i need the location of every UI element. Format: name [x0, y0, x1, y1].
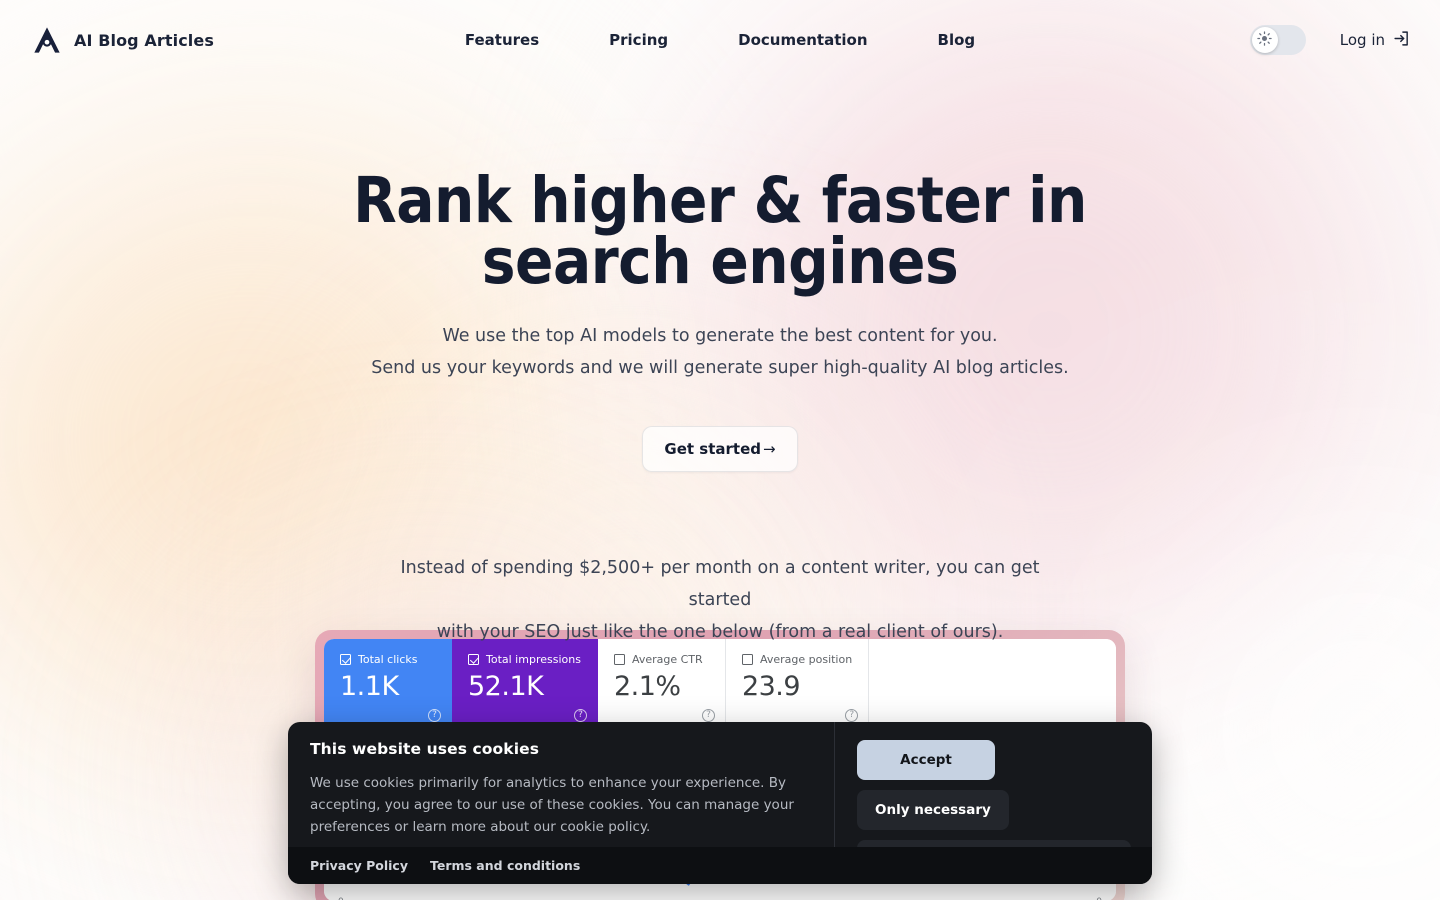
main-navigation: Features Pricing Documentation Blog: [0, 31, 1440, 49]
tent-droplet-logo-icon: [32, 25, 62, 55]
hero-subtitle: We use the top AI models to generate the…: [270, 320, 1170, 384]
metric-total-impressions-label: Total impressions: [486, 653, 581, 666]
nav-item-features[interactable]: Features: [465, 31, 539, 49]
get-started-label: Get started: [664, 440, 761, 458]
help-icon[interactable]: ?: [428, 709, 441, 722]
cookie-banner-actions: Accept Only necessary Customize settings: [835, 722, 1152, 880]
cookie-banner-text: This website uses cookies We use cookies…: [288, 722, 835, 847]
nav-item-documentation[interactable]: Documentation: [738, 31, 867, 49]
metric-average-ctr[interactable]: Average CTR 2.1% ?: [597, 639, 726, 730]
nav-item-pricing[interactable]: Pricing: [609, 31, 668, 49]
hero-subtitle-line-1: We use the top AI models to generate the…: [442, 326, 998, 346]
accept-cookies-button[interactable]: Accept: [857, 740, 995, 780]
metric-total-clicks[interactable]: Total clicks 1.1K ?: [324, 639, 452, 730]
metric-average-ctr-label: Average CTR: [631, 653, 703, 666]
hero-section: Rank higher & faster in search engines W…: [0, 0, 1440, 648]
cookie-consent-banner: This website uses cookies We use cookies…: [288, 722, 1152, 884]
help-icon[interactable]: ?: [701, 709, 715, 722]
theme-toggle[interactable]: [1249, 25, 1306, 55]
metric-total-impressions-value: 52.1K: [468, 671, 544, 702]
brand-logo[interactable]: AI Blog Articles: [32, 25, 214, 55]
hero-pitch: Instead of spending $2,500+ per month on…: [370, 552, 1070, 648]
cta-row: Get started →: [0, 426, 1440, 472]
cookie-banner-body: We use cookies primarily for analytics t…: [310, 775, 794, 835]
get-started-button[interactable]: Get started →: [642, 426, 798, 472]
only-necessary-cookies-button[interactable]: Only necessary: [857, 790, 1009, 830]
login-arrow-icon: [1393, 30, 1410, 51]
help-icon[interactable]: ?: [845, 709, 859, 722]
metric-total-clicks-header: Total clicks: [340, 653, 435, 666]
privacy-policy-link[interactable]: Privacy Policy: [310, 858, 408, 873]
page-title: Rank higher & faster in search engines: [353, 164, 1087, 298]
brand-name: AI Blog Articles: [74, 30, 214, 50]
metric-total-impressions[interactable]: Total impressions 52.1K ?: [452, 639, 598, 730]
metric-average-position-header: Average position: [741, 653, 853, 666]
metric-average-position-label: Average position: [759, 653, 853, 666]
metric-average-position[interactable]: Average position 23.9 ?: [725, 639, 870, 730]
header-right-cluster: Log in: [1249, 25, 1410, 55]
login-label: Log in: [1339, 31, 1385, 49]
nav-item-blog[interactable]: Blog: [938, 31, 976, 49]
terms-and-conditions-link[interactable]: Terms and conditions: [430, 858, 580, 873]
checkbox-checked-icon[interactable]: [468, 654, 479, 665]
hero-subtitle-line-2: Send us your keywords and we will genera…: [371, 358, 1069, 378]
metric-total-clicks-label: Total clicks: [358, 653, 418, 666]
cookie-banner-main: This website uses cookies We use cookies…: [288, 722, 1152, 880]
cookie-banner-footer: Privacy Policy Terms and conditions: [288, 847, 1152, 884]
arrow-right-icon: →: [763, 440, 776, 458]
theme-toggle-knob: [1251, 27, 1278, 53]
hero-pitch-line-1: Instead of spending $2,500+ per month on…: [400, 558, 1040, 610]
hero-pitch-line-2: with your SEO just like the one below (f…: [436, 622, 1004, 642]
metric-average-position-value: 23.9: [741, 671, 801, 702]
metrics-row: Total clicks 1.1K ? Total impressions 52…: [324, 639, 1116, 731]
cookie-banner-title: This website uses cookies: [310, 740, 540, 758]
metric-average-ctr-value: 2.1%: [613, 671, 681, 702]
sun-icon: [1257, 31, 1272, 49]
help-icon[interactable]: ?: [573, 709, 587, 722]
metric-average-ctr-header: Average CTR: [613, 653, 709, 666]
metric-total-clicks-value: 1.1K: [340, 671, 399, 702]
checkbox-unchecked-icon[interactable]: [613, 654, 625, 665]
metrics-empty-cell: [869, 639, 1116, 730]
login-button[interactable]: Log in: [1340, 30, 1410, 51]
checkbox-unchecked-icon[interactable]: [741, 654, 753, 665]
site-header: AI Blog Articles Features Pricing Docume…: [0, 0, 1440, 80]
checkbox-checked-icon[interactable]: [340, 654, 351, 665]
metric-total-impressions-header: Total impressions: [468, 653, 581, 666]
